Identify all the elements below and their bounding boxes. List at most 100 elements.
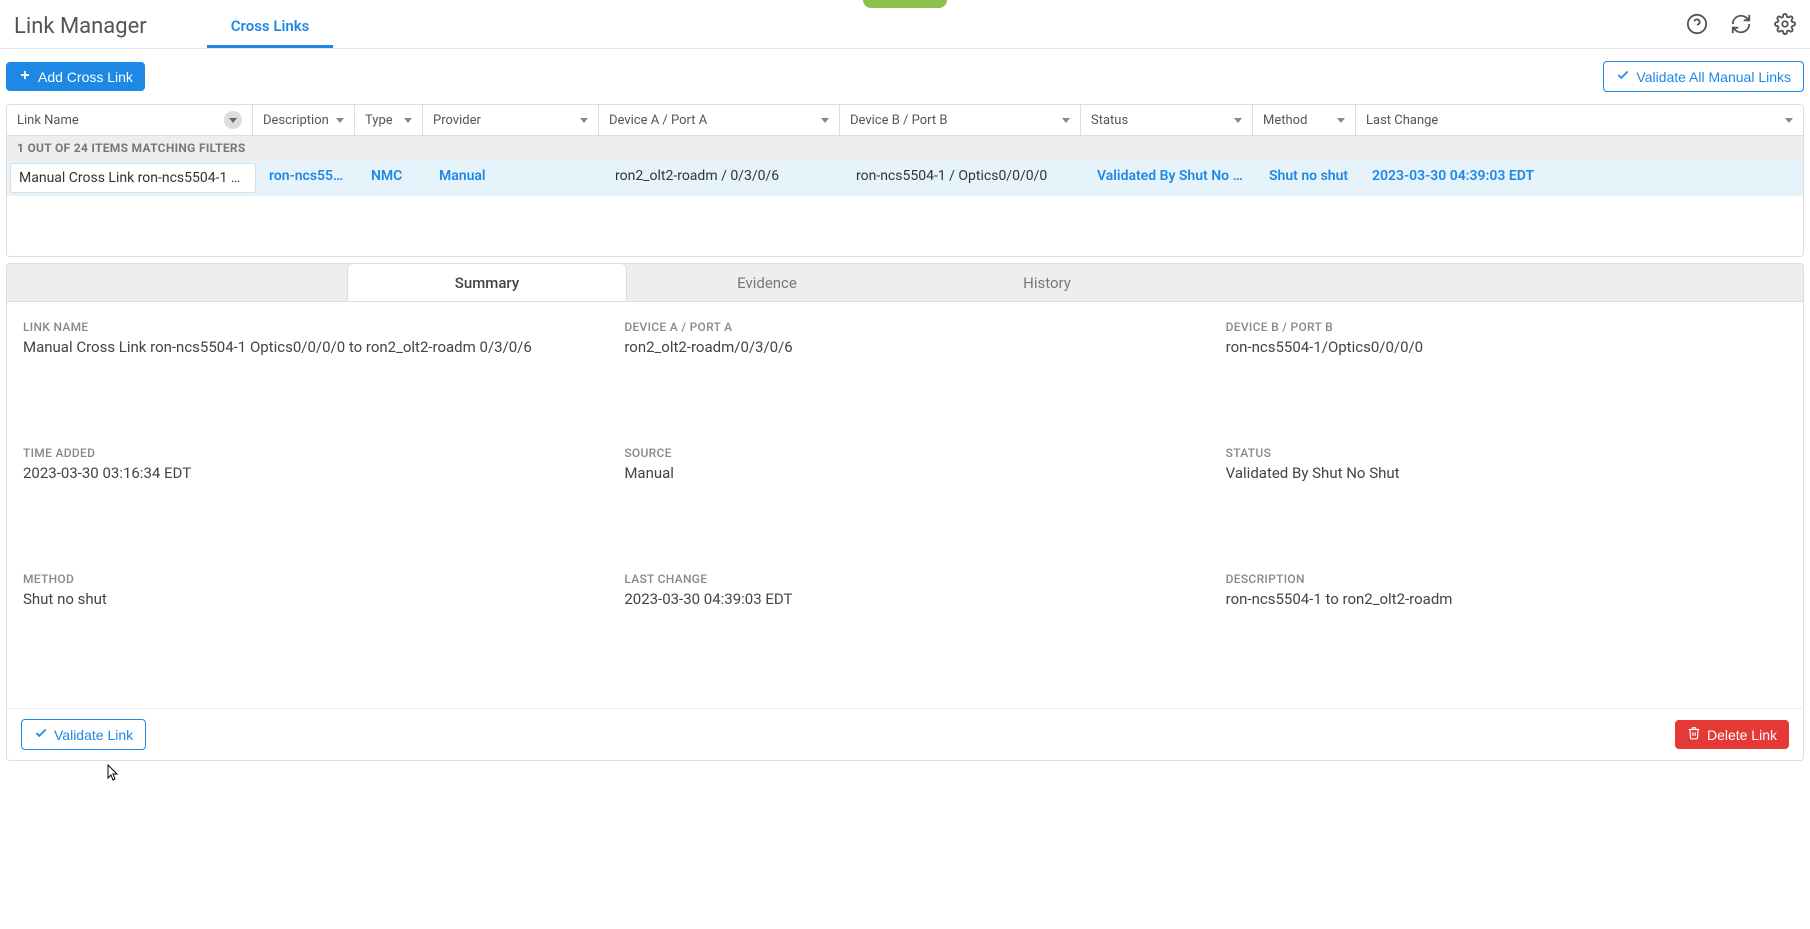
table-row[interactable]: Manual Cross Link ron-ncs5504-1 Optic… r… xyxy=(7,160,1803,196)
col-label: Provider xyxy=(433,113,481,128)
notification-fragment xyxy=(863,0,947,8)
check-icon xyxy=(34,726,48,743)
detail-footer: Validate Link Delete Link xyxy=(7,708,1803,760)
cursor-icon xyxy=(104,764,120,784)
detail-grid: LINK NAME Manual Cross Link ron-ncs5504-… xyxy=(7,302,1803,708)
col-status[interactable]: Status xyxy=(1081,105,1253,135)
col-method[interactable]: Method xyxy=(1253,105,1356,135)
filter-info: 1 OUT OF 24 ITEMS MATCHING FILTERS xyxy=(7,136,1803,160)
field-label: LINK NAME xyxy=(23,320,584,334)
table-header: Link Name Description Type Provider Devi… xyxy=(7,105,1803,136)
header: Link Manager Cross Links xyxy=(0,4,1810,49)
tab-evidence[interactable]: Evidence xyxy=(627,264,907,301)
add-cross-link-button[interactable]: Add Cross Link xyxy=(6,62,145,91)
col-last-change[interactable]: Last Change xyxy=(1356,105,1803,135)
col-label: Last Change xyxy=(1366,113,1438,128)
tab-label: Evidence xyxy=(737,274,797,292)
field-time-added: TIME ADDED 2023-03-30 03:16:34 EDT xyxy=(23,446,584,482)
col-label: Link Name xyxy=(17,113,79,128)
col-label: Status xyxy=(1091,113,1128,128)
validate-link-label: Validate Link xyxy=(54,727,133,743)
field-method: METHOD Shut no shut xyxy=(23,572,584,608)
field-status: STATUS Validated By Shut No Shut xyxy=(1226,446,1787,482)
field-value: Validated By Shut No Shut xyxy=(1226,464,1787,482)
field-value: ron2_olt2-roadm/0/3/0/6 xyxy=(624,338,1185,356)
tab-cross-links[interactable]: Cross Links xyxy=(207,4,334,48)
field-label: SOURCE xyxy=(624,446,1185,460)
col-provider[interactable]: Provider xyxy=(423,105,599,135)
cell-description[interactable]: ron-ncs5504-… xyxy=(259,160,361,196)
col-label: Device A / Port A xyxy=(609,113,707,128)
field-value: ron-ncs5504-1/Optics0/0/0/0 xyxy=(1226,338,1787,356)
detail-tabs: Summary Evidence History xyxy=(7,264,1803,302)
col-label: Type xyxy=(365,113,393,128)
chevron-down-icon xyxy=(1234,118,1242,123)
col-device-b[interactable]: Device B / Port B xyxy=(840,105,1081,135)
filter-active-icon[interactable] xyxy=(224,111,242,129)
delete-link-button[interactable]: Delete Link xyxy=(1675,720,1789,749)
refresh-icon[interactable] xyxy=(1730,13,1752,39)
top-tabs: Cross Links xyxy=(207,4,334,48)
tab-label: Summary xyxy=(455,274,519,292)
cell-method: Shut no shut xyxy=(1259,160,1362,196)
field-value: Manual xyxy=(624,464,1185,482)
validate-link-button[interactable]: Validate Link xyxy=(21,719,146,750)
chevron-down-icon xyxy=(1337,118,1345,123)
help-icon[interactable] xyxy=(1686,13,1708,39)
toolbar: Add Cross Link Validate All Manual Links xyxy=(0,49,1810,104)
cell-link-name: Manual Cross Link ron-ncs5504-1 Optic… xyxy=(10,163,256,193)
field-value: Manual Cross Link ron-ncs5504-1 Optics0/… xyxy=(23,338,584,356)
field-value: 2023-03-30 04:39:03 EDT xyxy=(624,590,1185,608)
cell-device-a: ron2_olt2-roadm / 0/3/0/6 xyxy=(605,160,846,196)
cell-type[interactable]: NMC xyxy=(361,160,429,196)
col-device-a[interactable]: Device A / Port A xyxy=(599,105,840,135)
col-label: Device B / Port B xyxy=(850,113,947,128)
tab-summary[interactable]: Summary xyxy=(347,263,627,301)
validate-all-button[interactable]: Validate All Manual Links xyxy=(1603,61,1804,92)
field-device-a: DEVICE A / PORT A ron2_olt2-roadm/0/3/0/… xyxy=(624,320,1185,356)
field-device-b: DEVICE B / PORT B ron-ncs5504-1/Optics0/… xyxy=(1226,320,1787,356)
field-source: SOURCE Manual xyxy=(624,446,1185,482)
tab-history[interactable]: History xyxy=(907,264,1187,301)
cell-device-b: ron-ncs5504-1 / Optics0/0/0/0 xyxy=(846,160,1087,196)
header-actions xyxy=(1686,13,1796,39)
plus-icon xyxy=(18,68,32,85)
field-label: DEVICE A / PORT A xyxy=(624,320,1185,334)
field-link-name: LINK NAME Manual Cross Link ron-ncs5504-… xyxy=(23,320,584,356)
field-value: ron-ncs5504-1 to ron2_olt2-roadm xyxy=(1226,590,1787,608)
chevron-down-icon xyxy=(1785,118,1793,123)
field-last-change: LAST CHANGE 2023-03-30 04:39:03 EDT xyxy=(624,572,1185,608)
validate-all-label: Validate All Manual Links xyxy=(1636,69,1791,85)
chevron-down-icon xyxy=(580,118,588,123)
field-label: DESCRIPTION xyxy=(1226,572,1787,586)
field-value: 2023-03-30 03:16:34 EDT xyxy=(23,464,584,482)
tab-label: History xyxy=(1023,274,1071,292)
col-type[interactable]: Type xyxy=(355,105,423,135)
field-label: LAST CHANGE xyxy=(624,572,1185,586)
page-title: Link Manager xyxy=(14,14,147,39)
links-table: Link Name Description Type Provider Devi… xyxy=(6,104,1804,257)
trash-icon xyxy=(1687,726,1701,743)
field-label: DEVICE B / PORT B xyxy=(1226,320,1787,334)
chevron-down-icon xyxy=(404,118,412,123)
add-cross-link-label: Add Cross Link xyxy=(38,69,133,85)
check-icon xyxy=(1616,68,1630,85)
gear-icon[interactable] xyxy=(1774,13,1796,39)
chevron-down-icon xyxy=(821,118,829,123)
delete-link-label: Delete Link xyxy=(1707,727,1777,743)
tab-label: Cross Links xyxy=(231,17,310,35)
field-value: Shut no shut xyxy=(23,590,584,608)
cell-last-change: 2023-03-30 04:39:03 EDT xyxy=(1362,160,1803,196)
cell-provider[interactable]: Manual xyxy=(429,160,605,196)
col-description[interactable]: Description xyxy=(253,105,355,135)
chevron-down-icon xyxy=(336,118,344,123)
col-label: Description xyxy=(263,113,329,128)
details-panel: Summary Evidence History LINK NAME Manua… xyxy=(6,263,1804,761)
field-label: TIME ADDED xyxy=(23,446,584,460)
cell-status: Validated By Shut No Shut xyxy=(1087,160,1259,196)
field-description: DESCRIPTION ron-ncs5504-1 to ron2_olt2-r… xyxy=(1226,572,1787,608)
chevron-down-icon xyxy=(1062,118,1070,123)
col-label: Method xyxy=(1263,113,1307,128)
field-label: METHOD xyxy=(23,572,584,586)
col-link-name[interactable]: Link Name xyxy=(7,105,253,135)
